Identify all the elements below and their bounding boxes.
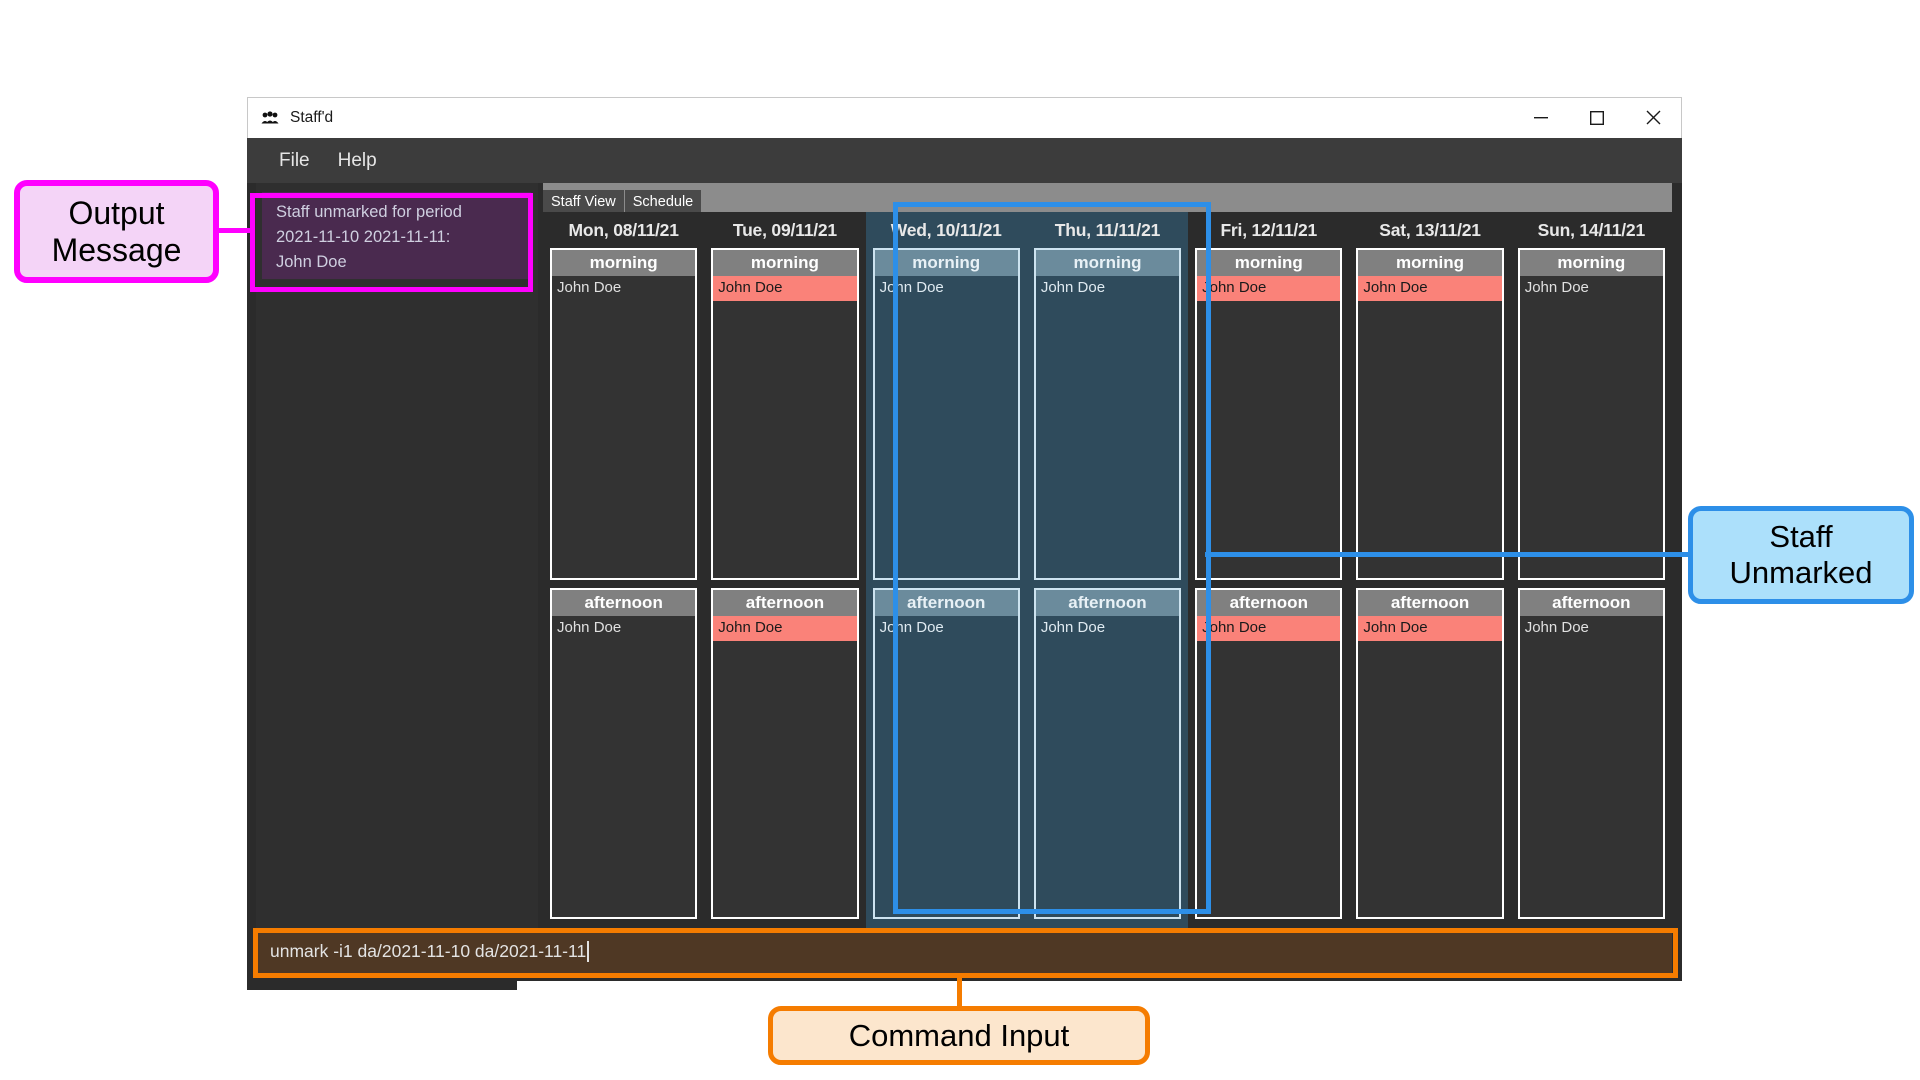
- staff-row[interactable]: John Doe: [713, 276, 857, 301]
- annotation-connector-staff: [1205, 552, 1690, 557]
- shift-slot-title: afternoon: [1358, 589, 1502, 616]
- shift-slot[interactable]: morning John Doe: [550, 248, 698, 580]
- maximize-button[interactable]: [1569, 98, 1625, 137]
- day-header: Mon, 08/11/21: [568, 219, 679, 240]
- shift-slot[interactable]: morning John Doe: [1195, 248, 1343, 580]
- slot-list: morning John Doe afternoon John Doe: [704, 248, 865, 928]
- annotation-highlight-selection: [893, 202, 1211, 914]
- slot-list: morning John Doe afternoon John Doe: [1188, 248, 1349, 928]
- shift-slot[interactable]: afternoon John Doe: [711, 587, 859, 919]
- staff-row[interactable]: John Doe: [713, 615, 857, 641]
- day-column[interactable]: Sat, 13/11/21 morning John Doe afternoon Joh…: [1349, 212, 1510, 928]
- shift-slot[interactable]: afternoon John Doe: [1356, 587, 1504, 919]
- window-controls: [1513, 98, 1681, 137]
- annotation-output-line1: Output: [68, 194, 165, 231]
- annotation-output-line2: Message: [51, 231, 182, 268]
- staff-row[interactable]: John Doe: [1520, 616, 1663, 641]
- shift-slot[interactable]: morning John Doe: [711, 248, 859, 580]
- day-header: Sun, 14/11/21: [1537, 219, 1646, 240]
- shift-slot-title: morning: [552, 250, 696, 276]
- shift-slot[interactable]: afternoon John Doe: [1195, 587, 1343, 919]
- staff-row[interactable]: John Doe: [1197, 615, 1341, 641]
- day-header: Tue, 09/11/21: [732, 219, 837, 240]
- staff-row[interactable]: John Doe: [552, 616, 695, 641]
- day-column[interactable]: Sun, 14/11/21 morning John Doe afternoon Joh…: [1511, 212, 1672, 928]
- screenshot-root: Staff'd File Help Staff unmarked for per…: [0, 0, 1920, 1080]
- annotation-staff-line1: Staff: [1769, 519, 1833, 555]
- staff-row[interactable]: John Doe: [1358, 276, 1502, 301]
- title-bar: Staff'd: [247, 97, 1682, 138]
- day-column[interactable]: Tue, 09/11/21 morning John Doe afternoon Joh…: [704, 212, 865, 928]
- staff-row[interactable]: John Doe: [1197, 276, 1341, 301]
- shift-slot[interactable]: afternoon John Doe: [550, 587, 698, 919]
- slot-list: morning John Doe afternoon John Doe: [1349, 248, 1510, 928]
- shift-slot-title: morning: [713, 250, 857, 276]
- slot-list: morning John Doe afternoon John Doe: [543, 248, 704, 928]
- shift-slot-title: morning: [1519, 250, 1663, 276]
- annotation-highlight-output: [250, 193, 533, 292]
- day-column[interactable]: Fri, 12/11/21 morning John Doe afternoon Joh…: [1188, 212, 1349, 928]
- annotation-callout-command-input: Command Input: [768, 1006, 1150, 1065]
- annotation-staff-line2: Unmarked: [1729, 555, 1873, 590]
- people-icon: [261, 109, 279, 127]
- annotation-connector-command: [957, 975, 962, 1008]
- shift-slot[interactable]: afternoon John Doe: [1517, 587, 1665, 919]
- annotation-callout-staff-unmarked: Staff Unmarked: [1688, 506, 1914, 604]
- staff-row[interactable]: John Doe: [552, 276, 695, 301]
- shift-slot-title: morning: [1358, 250, 1502, 276]
- shift-slot-title: afternoon: [713, 589, 857, 616]
- shift-slot[interactable]: morning John Doe: [1356, 248, 1504, 580]
- day-header: Fri, 12/11/21: [1220, 219, 1318, 240]
- day-column[interactable]: Mon, 08/11/21 morning John Doe afternoon Joh…: [543, 212, 704, 928]
- menu-help[interactable]: Help: [324, 147, 391, 175]
- tab-staff-view[interactable]: Staff View: [543, 188, 624, 212]
- window-title: Staff'd: [290, 109, 334, 126]
- menu-file[interactable]: File: [265, 147, 324, 175]
- staff-row[interactable]: John Doe: [1358, 615, 1502, 641]
- annotation-connector-output: [218, 228, 254, 233]
- tab-schedule[interactable]: Schedule: [624, 188, 702, 212]
- shift-slot[interactable]: morning John Doe: [1517, 248, 1665, 580]
- menu-bar: File Help: [247, 138, 1682, 183]
- shift-slot-title: morning: [1197, 250, 1341, 276]
- shift-slot-title: afternoon: [1519, 589, 1663, 616]
- slot-list: morning John Doe afternoon John Doe: [1511, 248, 1672, 928]
- window-bottom-edge: [247, 981, 517, 990]
- shift-slot-title: afternoon: [552, 589, 696, 616]
- staff-row[interactable]: John Doe: [1520, 276, 1663, 301]
- result-panel: Staff unmarked for period 2021-11-10 202…: [256, 183, 538, 928]
- day-header: Sat, 13/11/21: [1379, 219, 1481, 240]
- annotation-callout-output: Output Message: [14, 180, 219, 283]
- annotation-command-label: Command Input: [848, 1017, 1070, 1053]
- close-button[interactable]: [1625, 98, 1681, 137]
- annotation-highlight-command: [253, 928, 1678, 978]
- shift-slot-title: afternoon: [1197, 589, 1341, 616]
- minimize-button[interactable]: [1513, 98, 1569, 137]
